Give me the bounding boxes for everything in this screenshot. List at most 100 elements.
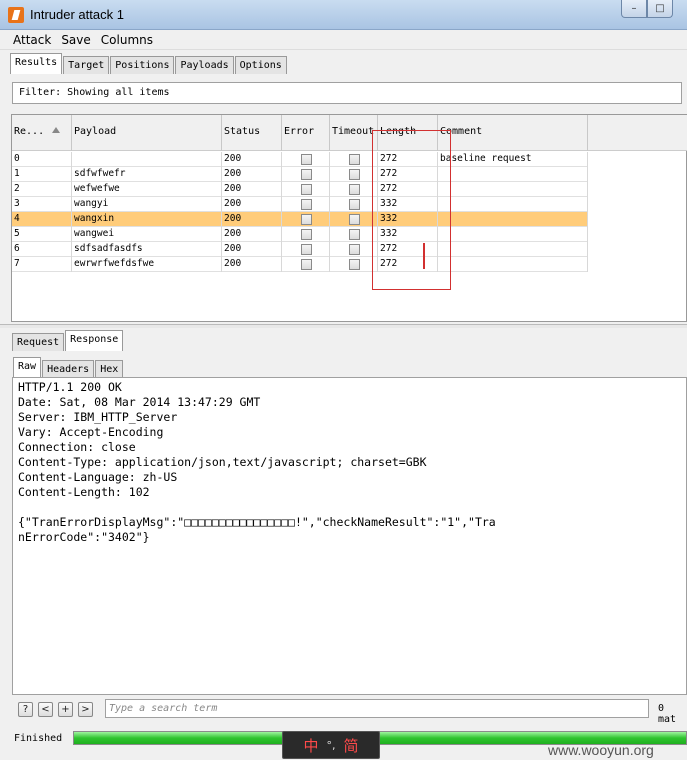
timeout-checkbox[interactable]	[349, 244, 360, 255]
cell-comment	[438, 227, 588, 242]
cell-error	[282, 242, 330, 257]
tab-payloads[interactable]: Payloads	[175, 56, 234, 74]
timeout-checkbox[interactable]	[349, 214, 360, 225]
response-line: Content-Language: zh-US	[18, 470, 178, 484]
search-input[interactable]: Type a search term	[105, 699, 649, 718]
tab-raw[interactable]: Raw	[13, 357, 42, 378]
tab-options[interactable]: Options	[234, 56, 287, 74]
table-row[interactable]: 6 sdfsadfasdfs 200 272	[12, 242, 588, 257]
error-checkbox[interactable]	[301, 184, 312, 195]
cell-comment	[438, 182, 588, 197]
response-line: Content-Length: 102	[18, 485, 150, 499]
cell-timeout	[330, 182, 378, 197]
tab-response[interactable]: Response	[65, 330, 124, 351]
col-request[interactable]: Re...	[12, 115, 72, 151]
cell-status: 200	[222, 197, 282, 212]
response-line: {"TranErrorDisplayMsg":"□□□□□□□□□□□□□□□□…	[18, 515, 496, 529]
tab-results[interactable]: Results	[10, 53, 63, 74]
col-error[interactable]: Error	[282, 115, 330, 151]
help-button[interactable]: ?	[18, 701, 33, 717]
cell-error	[282, 167, 330, 182]
error-checkbox[interactable]	[301, 229, 312, 240]
cell-error	[282, 212, 330, 227]
maximize-button[interactable]: □	[647, 0, 673, 18]
cell-request: 0	[12, 152, 72, 167]
table-header: Re... Payload Status Error Timeout Lengt…	[12, 115, 687, 151]
response-text-area[interactable]: HTTP/1.1 200 OK Date: Sat, 08 Mar 2014 13…	[12, 377, 687, 695]
error-checkbox[interactable]	[301, 244, 312, 255]
table-row[interactable]: 3 wangyi 200 332	[12, 197, 588, 212]
table-row[interactable]: 0 200 272 baseline request	[12, 152, 588, 167]
cell-error	[282, 257, 330, 272]
error-checkbox[interactable]	[301, 259, 312, 270]
response-line: HTTP/1.1 200 OK	[18, 380, 122, 394]
menu-columns[interactable]: Columns	[96, 33, 158, 47]
timeout-checkbox[interactable]	[349, 259, 360, 270]
timeout-checkbox[interactable]	[349, 229, 360, 240]
cell-error	[282, 227, 330, 242]
view-tabs: Raw Headers Hex	[13, 357, 124, 378]
timeout-checkbox[interactable]	[349, 169, 360, 180]
cell-status: 200	[222, 167, 282, 182]
response-line: Date: Sat, 08 Mar 2014 13:47:29 GMT	[18, 395, 261, 409]
title-bar: Intruder attack 1 – □	[0, 0, 687, 30]
cell-payload: wangwei	[72, 227, 222, 242]
tab-request[interactable]: Request	[12, 333, 65, 351]
cell-status: 200	[222, 152, 282, 167]
filter-bar[interactable]: Filter: Showing all items	[12, 82, 682, 104]
cell-request: 5	[12, 227, 72, 242]
message-tabs: Request Response	[12, 330, 124, 351]
table-row[interactable]: 4 wangxin 200 332	[12, 212, 588, 227]
minimize-button[interactable]: –	[621, 0, 647, 18]
tab-hex[interactable]: Hex	[95, 360, 124, 378]
ime-punctuation-mode[interactable]: °,	[327, 739, 336, 752]
timeout-checkbox[interactable]	[349, 199, 360, 210]
ime-chinese-mode[interactable]: 中	[303, 735, 318, 756]
response-content: HTTP/1.1 200 OK Date: Sat, 08 Mar 2014 13…	[13, 378, 686, 545]
sort-ascending-icon	[52, 127, 61, 133]
cell-timeout	[330, 197, 378, 212]
col-payload[interactable]: Payload	[72, 115, 222, 151]
burp-logo-icon	[8, 7, 24, 23]
cell-request: 2	[12, 182, 72, 197]
response-line	[13, 500, 686, 515]
error-checkbox[interactable]	[301, 199, 312, 210]
cell-status: 200	[222, 182, 282, 197]
tab-positions[interactable]: Positions	[110, 56, 175, 74]
error-checkbox[interactable]	[301, 154, 312, 165]
cell-payload: ewrwrfwefdsfwe	[72, 257, 222, 272]
col-timeout[interactable]: Timeout	[330, 115, 378, 151]
menu-attack[interactable]: Attack	[8, 33, 56, 47]
response-line: Server: IBM_HTTP_Server	[18, 410, 178, 424]
response-line: Vary: Accept-Encoding	[18, 425, 164, 439]
col-status[interactable]: Status	[222, 115, 282, 151]
cell-timeout	[330, 257, 378, 272]
error-checkbox[interactable]	[301, 214, 312, 225]
tab-headers[interactable]: Headers	[42, 360, 95, 378]
table-row[interactable]: 1 sdfwfwefr 200 272	[12, 167, 588, 182]
window-title: Intruder attack 1	[30, 7, 124, 22]
cell-request: 7	[12, 257, 72, 272]
add-button[interactable]: +	[58, 701, 73, 717]
cell-error	[282, 152, 330, 167]
col-comment[interactable]: Comment	[438, 115, 588, 151]
table-row[interactable]: 5 wangwei 200 332	[12, 227, 588, 242]
timeout-checkbox[interactable]	[349, 184, 360, 195]
timeout-checkbox[interactable]	[349, 154, 360, 165]
tab-target[interactable]: Target	[63, 56, 110, 74]
next-match-button[interactable]: >	[78, 701, 93, 717]
ime-simplified-mode[interactable]: 简	[344, 735, 359, 756]
match-count: 0 mat	[658, 703, 677, 725]
table-row[interactable]: 2 wefwefwe 200 272	[12, 182, 588, 197]
highlight-annotation-mark	[423, 243, 425, 269]
cell-error	[282, 197, 330, 212]
error-checkbox[interactable]	[301, 169, 312, 180]
menu-save[interactable]: Save	[56, 33, 95, 47]
attack-tabs: Results Target Positions Payloads Option…	[10, 53, 288, 74]
cell-payload: wangxin	[72, 212, 222, 227]
previous-match-button[interactable]: <	[38, 701, 53, 717]
table-row[interactable]: 7 ewrwrfwefdsfwe 200 272	[12, 257, 588, 272]
split-pane-divider[interactable]	[0, 324, 687, 328]
ime-toolbar[interactable]: 中 °, 简	[282, 731, 380, 759]
search-controls: ? < + >	[18, 699, 98, 719]
